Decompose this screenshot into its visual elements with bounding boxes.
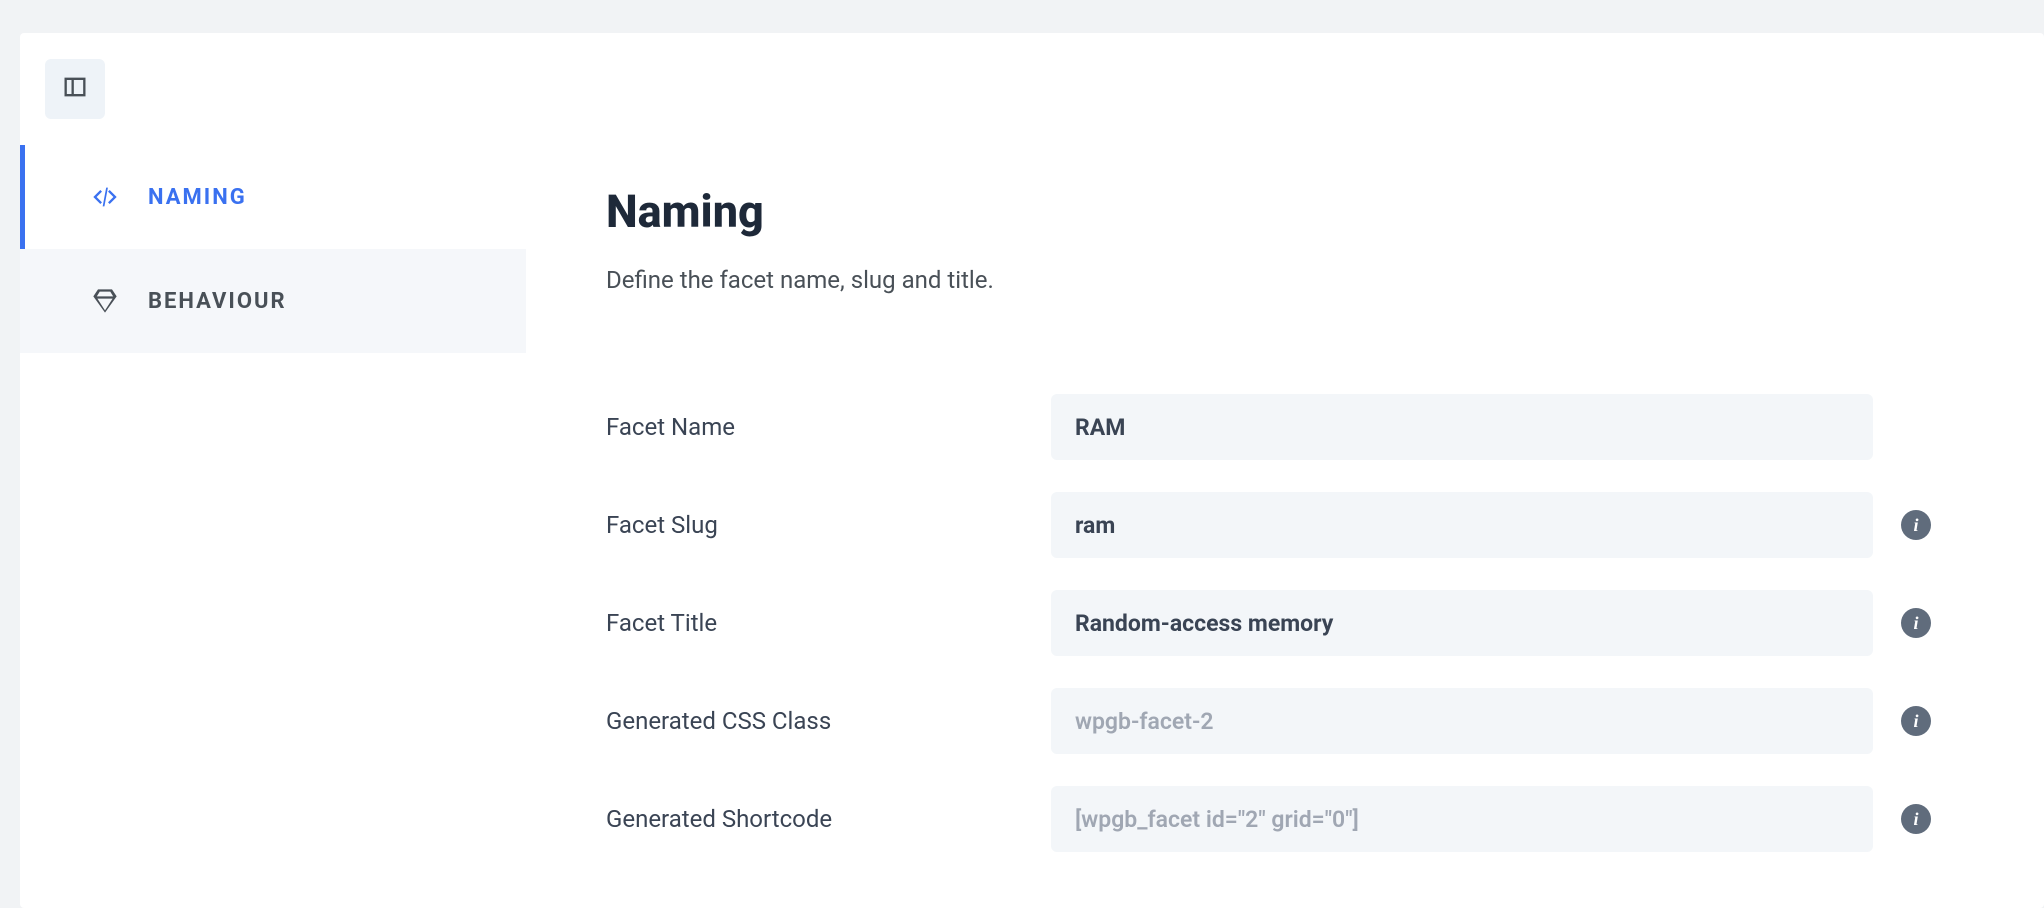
sidebar: NAMING BEHAVIOUR <box>20 145 526 908</box>
facet-title-input[interactable] <box>1051 590 1873 656</box>
generated-css-class-label: Generated CSS Class <box>606 707 1051 735</box>
diamond-icon <box>90 286 120 316</box>
facet-title-label: Facet Title <box>606 609 1051 637</box>
form-group-facet-slug: Facet Slug i <box>606 492 1964 558</box>
input-wrapper: i <box>1051 786 1931 852</box>
content-row: NAMING BEHAVIOUR Naming Define the f <box>20 145 2044 908</box>
facet-slug-label: Facet Slug <box>606 511 1051 539</box>
input-wrapper <box>1051 394 1931 460</box>
page-title: Naming <box>606 185 1964 238</box>
page-container: NAMING BEHAVIOUR Naming Define the f <box>0 0 2044 908</box>
info-icon[interactable]: i <box>1901 608 1931 638</box>
input-wrapper: i <box>1051 590 1931 656</box>
form-group-facet-name: Facet Name <box>606 394 1964 460</box>
main-content: Naming Define the facet name, slug and t… <box>526 145 2044 908</box>
main-panel: NAMING BEHAVIOUR Naming Define the f <box>20 33 2044 908</box>
facet-name-label: Facet Name <box>606 413 1051 441</box>
sidebar-item-label: NAMING <box>148 185 247 210</box>
info-icon[interactable]: i <box>1901 804 1931 834</box>
input-wrapper: i <box>1051 492 1931 558</box>
info-icon[interactable]: i <box>1901 706 1931 736</box>
form-group-facet-title: Facet Title i <box>606 590 1964 656</box>
code-icon <box>90 182 120 212</box>
form-group-generated-shortcode: Generated Shortcode i <box>606 786 1964 852</box>
facet-name-input[interactable] <box>1051 394 1873 460</box>
page-subtitle: Define the facet name, slug and title. <box>606 266 1964 294</box>
sidebar-toggle-icon <box>61 73 89 105</box>
sidebar-item-naming[interactable]: NAMING <box>20 145 526 249</box>
facet-slug-input[interactable] <box>1051 492 1873 558</box>
input-wrapper: i <box>1051 688 1931 754</box>
sidebar-item-label: BEHAVIOUR <box>148 289 287 314</box>
toggle-sidebar-button[interactable] <box>45 59 105 119</box>
sidebar-item-behaviour[interactable]: BEHAVIOUR <box>20 249 526 353</box>
generated-shortcode-input <box>1051 786 1873 852</box>
generated-shortcode-label: Generated Shortcode <box>606 805 1051 833</box>
top-bar <box>20 33 2044 145</box>
generated-css-class-input <box>1051 688 1873 754</box>
form-group-generated-css-class: Generated CSS Class i <box>606 688 1964 754</box>
info-icon[interactable]: i <box>1901 510 1931 540</box>
